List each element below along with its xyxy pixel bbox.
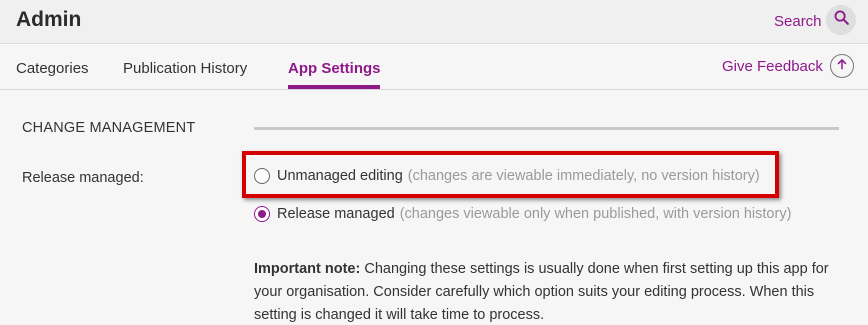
option-description: (changes viewable only when published, w… [399, 206, 792, 222]
release-managed-label: Release managed: [22, 170, 144, 186]
note-heading: Important note: [254, 261, 361, 277]
unmanaged-editing-radio[interactable] [254, 168, 270, 184]
search-link[interactable]: Search [774, 13, 822, 30]
release-managed-radio[interactable] [254, 206, 270, 222]
section-title: CHANGE MANAGEMENT [22, 120, 196, 136]
option-label: Release managed [277, 206, 395, 222]
option-label: Unmanaged editing [277, 168, 403, 184]
option-description: (changes are viewable immediately, no ve… [407, 168, 760, 184]
section-divider [254, 127, 839, 130]
arrow-up-circle-icon [835, 57, 849, 76]
tab-app-settings[interactable]: App Settings [288, 60, 381, 77]
give-feedback-button[interactable] [830, 54, 854, 78]
tab-bar: Categories Publication History App Setti… [0, 45, 868, 90]
give-feedback-link[interactable]: Give Feedback [722, 58, 823, 75]
active-tab-indicator [288, 85, 380, 89]
tab-publication-history[interactable]: Publication History [123, 60, 247, 77]
search-icon [833, 9, 850, 31]
top-bar: Admin Search [0, 0, 868, 44]
release-managed-option[interactable]: Release managed (changes viewable only w… [254, 206, 791, 222]
search-button[interactable] [826, 5, 856, 35]
unmanaged-editing-option[interactable]: Unmanaged editing (changes are viewable … [254, 168, 760, 184]
important-note: Important note: Changing these settings … [254, 258, 834, 325]
page-title: Admin [16, 8, 82, 31]
tab-categories[interactable]: Categories [16, 60, 89, 77]
